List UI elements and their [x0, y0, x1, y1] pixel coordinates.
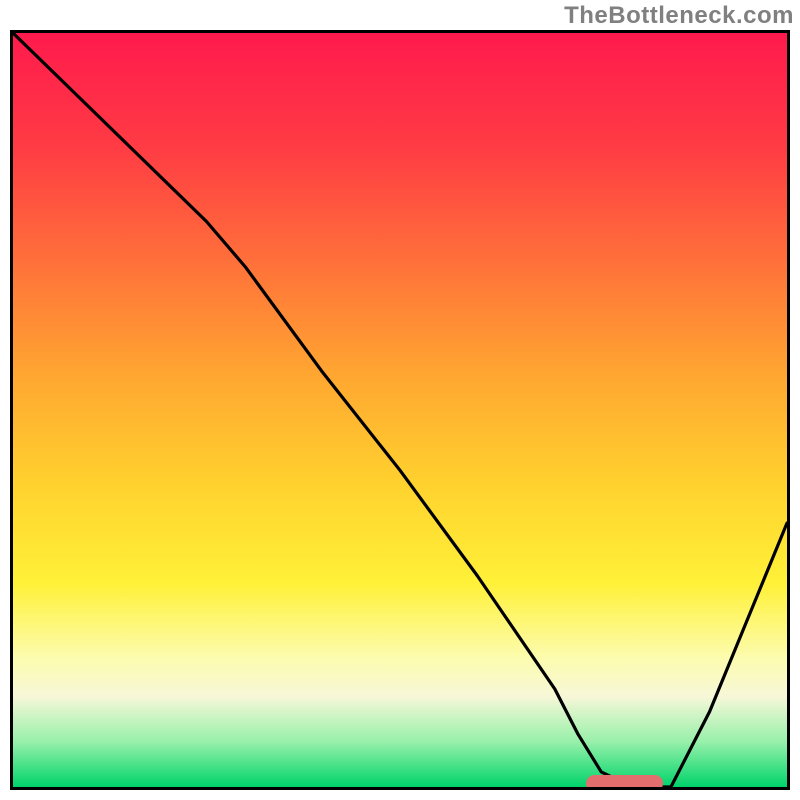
curve-path	[13, 33, 787, 787]
optimal-marker	[586, 775, 663, 790]
bottleneck-curve	[13, 33, 787, 787]
watermark: TheBottleneck.com	[564, 2, 794, 30]
chart-container: TheBottleneck.com	[0, 0, 800, 800]
chart-frame	[10, 30, 790, 790]
